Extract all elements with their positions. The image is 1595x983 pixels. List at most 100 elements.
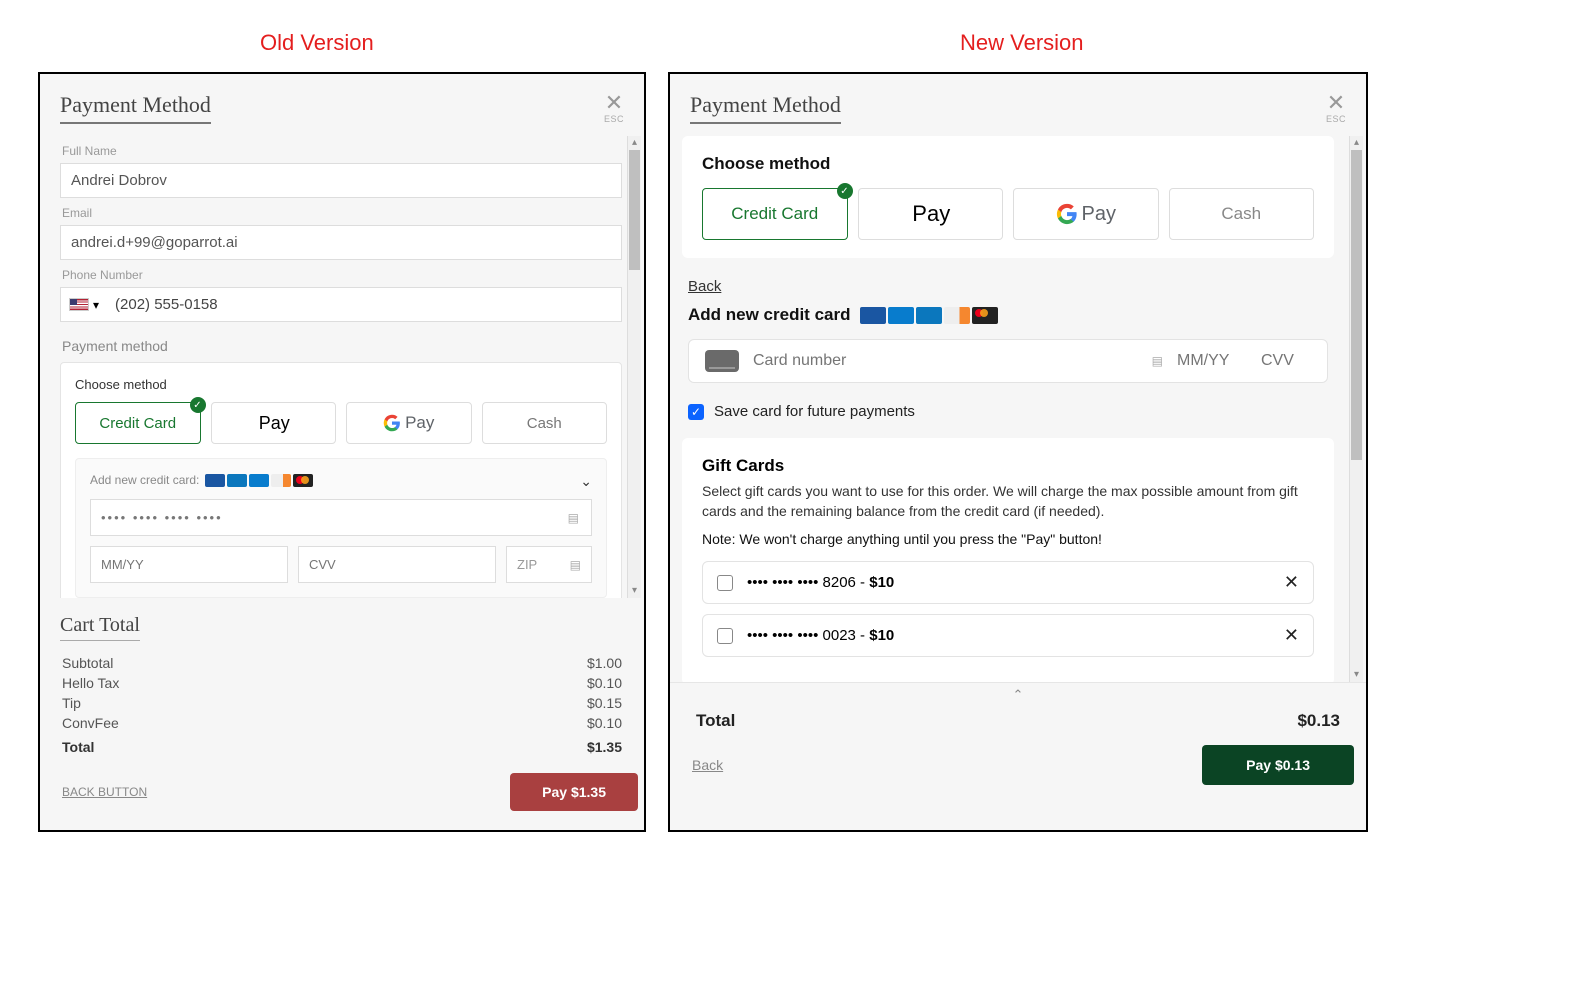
cart-line-tax: Hello Tax$0.10 [62,673,622,693]
check-icon: ✓ [837,183,853,199]
method-label: Credit Card [731,204,818,224]
cvv-input[interactable] [298,546,496,583]
card-number-input[interactable] [753,352,1138,370]
close-icon: ✕ [604,92,624,114]
method-cash[interactable]: Cash [482,402,608,444]
gift-cards-title: Gift Cards [702,456,1314,476]
method-cash[interactable]: Cash [1169,188,1315,240]
autofill-icon: ▤ [570,558,581,572]
pay-button[interactable]: Pay $0.13 [1202,745,1354,785]
page-title: Payment Method [690,92,841,124]
country-flag-select[interactable]: ▾ [61,292,107,318]
expand-cart-toggle[interactable]: ⌃ [670,683,1366,707]
scroll-up-arrow[interactable]: ▴ [1350,136,1363,150]
method-google-pay[interactable]: Pay [1013,188,1159,240]
gift-card-mask: •••• •••• •••• 8206 - [747,574,869,591]
scroll-down-arrow[interactable]: ▾ [1350,668,1363,682]
visa-icon [205,474,225,487]
cart-line-subtotal: Subtotal$1.00 [62,653,622,673]
email-label: Email [62,206,622,220]
remove-gift-card-button[interactable]: ✕ [1284,572,1299,593]
autofill-icon: ▤ [1152,354,1163,368]
pay-button[interactable]: Pay $1.35 [510,773,638,811]
credit-card-entry: Add new credit card: ⌄ •••• •••• •••• ••… [75,458,607,598]
old-panel: Payment Method ✕ ESC Full Name Email Pho… [38,72,646,832]
method-label: Pay [1082,203,1116,226]
phone-input[interactable] [107,288,621,321]
esc-label: ESC [604,114,624,124]
full-name-label: Full Name [62,144,622,158]
phone-label: Phone Number [62,268,622,282]
save-card-label: Save card for future payments [714,403,915,420]
amex-icon [249,474,269,487]
gift-card-checkbox[interactable] [717,628,733,644]
card-number-input[interactable]: •••• •••• •••• •••• ▤ [90,499,592,536]
close-button[interactable]: ✕ ESC [604,92,624,124]
amex-icon [888,307,914,324]
discover-icon [944,307,970,324]
full-name-input[interactable] [60,163,622,198]
scroll-up-arrow[interactable]: ▴ [628,136,641,150]
card-input-row: ▤ [688,339,1328,383]
card-brand-icons [205,474,313,487]
diners-icon [227,474,247,487]
method-credit-card[interactable]: ✓ Credit Card [75,402,201,444]
new-panel: Payment Method ✕ ESC Choose method ✓ Cre… [668,72,1368,832]
gift-card-checkbox[interactable] [717,575,733,591]
total-label: Total [696,711,735,731]
discover-icon [271,474,291,487]
zip-placeholder: ZIP [517,557,537,572]
method-apple-pay[interactable]: Pay [858,188,1004,240]
cart-line-total: Total$1.35 [62,737,622,757]
cvv-input[interactable] [1261,352,1311,370]
scroll-down-arrow[interactable]: ▾ [628,584,641,598]
esc-label: ESC [1326,114,1346,124]
choose-method-label: Choose method [702,154,1314,174]
method-credit-card[interactable]: ✓ Credit Card [702,188,848,240]
autofill-icon: ▤ [568,511,581,525]
gift-cards-section: Gift Cards Select gift cards you want to… [682,438,1334,682]
close-button[interactable]: ✕ ESC [1326,92,1346,124]
add-card-label: Add new credit card [688,305,850,325]
scroll-thumb[interactable] [629,150,640,270]
method-label: Cash [1221,204,1261,224]
google-icon [1056,203,1078,225]
new-version-label: New Version [960,30,1084,56]
gift-card-amount: $10 [869,574,894,591]
gift-card-amount: $10 [869,627,894,644]
method-google-pay[interactable]: Pay [346,402,472,444]
save-card-checkbox[interactable]: ✓ [688,404,704,420]
expiry-input[interactable] [90,546,288,583]
method-apple-pay[interactable]: Pay [211,402,337,444]
add-card-label: Add new credit card: [90,473,199,487]
gift-card-row: •••• •••• •••• 0023 - $10 ✕ [702,614,1314,657]
scroll-thumb[interactable] [1351,150,1362,460]
card-brand-icons [860,307,998,324]
cart-total-title: Cart Total [60,614,140,641]
expiry-input[interactable] [1177,352,1247,370]
method-label: Pay [405,413,434,433]
method-label: Credit Card [99,415,176,432]
back-button[interactable]: Back [692,757,723,773]
cart-line-convfee: ConvFee$0.10 [62,713,622,733]
remove-gift-card-button[interactable]: ✕ [1284,625,1299,646]
back-link[interactable]: Back [688,278,721,295]
method-label: Pay [912,201,950,227]
cart-line-tip: Tip$0.15 [62,693,622,713]
back-button[interactable]: BACK BUTTON [62,785,147,799]
zip-input[interactable]: ZIP ▤ [506,546,592,583]
visa-icon [860,307,886,324]
email-input[interactable] [60,225,622,260]
us-flag-icon [69,298,89,311]
mastercard-icon [293,474,313,487]
gift-cards-desc: Select gift cards you want to use for th… [702,482,1314,521]
chevron-down-icon: ▾ [93,298,99,312]
gift-cards-note: Note: We won't charge anything until you… [702,531,1314,547]
gift-card-row: •••• •••• •••• 8206 - $10 ✕ [702,561,1314,604]
old-version-label: Old Version [260,30,374,56]
collapse-toggle[interactable]: ⌄ [580,473,592,490]
gift-card-mask: •••• •••• •••• 0023 - [747,627,869,644]
method-label: Cash [527,415,562,432]
total-value: $0.13 [1297,711,1340,731]
payment-method-label: Payment method [62,338,622,354]
